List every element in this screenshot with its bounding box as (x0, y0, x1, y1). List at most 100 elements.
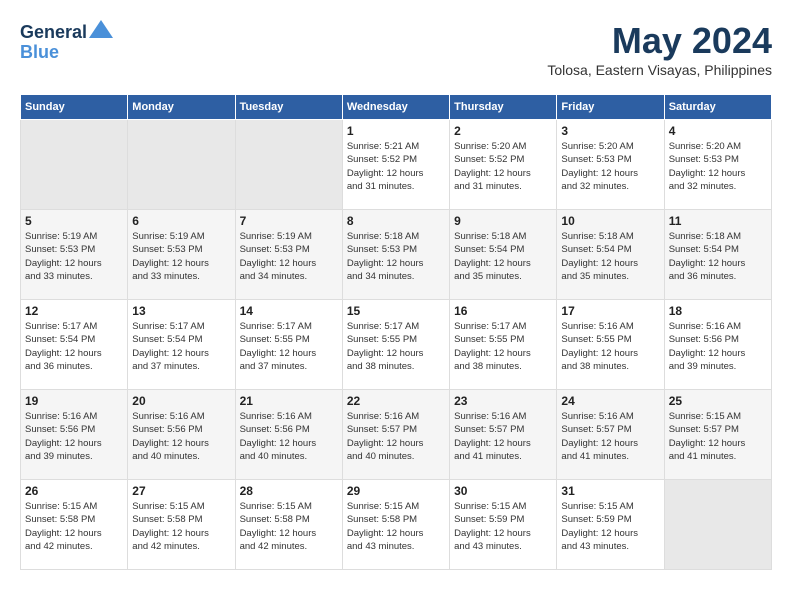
day-number: 5 (25, 214, 123, 228)
day-cell: 4 Sunrise: 5:20 AMSunset: 5:53 PMDaylight… (664, 120, 771, 210)
day-info: Sunrise: 5:20 AMSunset: 5:53 PMDaylight:… (561, 140, 659, 193)
day-info: Sunrise: 5:16 AMSunset: 5:56 PMDaylight:… (240, 410, 338, 463)
day-cell (664, 480, 771, 570)
day-info: Sunrise: 5:21 AMSunset: 5:52 PMDaylight:… (347, 140, 445, 193)
day-info: Sunrise: 5:16 AMSunset: 5:56 PMDaylight:… (132, 410, 230, 463)
day-number: 10 (561, 214, 659, 228)
day-info: Sunrise: 5:15 AMSunset: 5:58 PMDaylight:… (25, 500, 123, 553)
week-row: 26Sunrise: 5:15 AMSunset: 5:58 PMDayligh… (21, 480, 772, 570)
day-cell: 20 Sunrise: 5:16 AMSunset: 5:56 PMDayligh… (128, 390, 235, 480)
day-cell: 18 Sunrise: 5:16 AMSunset: 5:56 PMDayligh… (664, 300, 771, 390)
day-number: 1 (347, 124, 445, 138)
header-row: SundayMondayTuesdayWednesdayThursdayFrid… (21, 95, 772, 120)
day-info: Sunrise: 5:15 AMSunset: 5:59 PMDaylight:… (561, 500, 659, 553)
day-info: Sunrise: 5:16 AMSunset: 5:57 PMDaylight:… (561, 410, 659, 463)
day-number: 29 (347, 484, 445, 498)
day-number: 28 (240, 484, 338, 498)
day-info: Sunrise: 5:16 AMSunset: 5:55 PMDaylight:… (561, 320, 659, 373)
day-cell (128, 120, 235, 210)
day-number: 18 (669, 304, 767, 318)
day-info: Sunrise: 5:15 AMSunset: 5:57 PMDaylight:… (669, 410, 767, 463)
weekday-header-saturday: Saturday (664, 95, 771, 120)
day-cell: 1 Sunrise: 5:21 AMSunset: 5:52 PMDaylight… (342, 120, 449, 210)
day-info: Sunrise: 5:20 AMSunset: 5:53 PMDaylight:… (669, 140, 767, 193)
week-row: 12Sunrise: 5:17 AMSunset: 5:54 PMDayligh… (21, 300, 772, 390)
day-info: Sunrise: 5:19 AMSunset: 5:53 PMDaylight:… (240, 230, 338, 283)
day-number: 11 (669, 214, 767, 228)
day-cell: 10 Sunrise: 5:18 AMSunset: 5:54 PMDayligh… (557, 210, 664, 300)
day-cell: 2 Sunrise: 5:20 AMSunset: 5:52 PMDaylight… (450, 120, 557, 210)
day-info: Sunrise: 5:18 AMSunset: 5:54 PMDaylight:… (561, 230, 659, 283)
weekday-header-tuesday: Tuesday (235, 95, 342, 120)
day-cell: 8 Sunrise: 5:18 AMSunset: 5:53 PMDaylight… (342, 210, 449, 300)
logo-text: General Blue (20, 20, 113, 63)
day-number: 20 (132, 394, 230, 408)
day-cell: 6 Sunrise: 5:19 AMSunset: 5:53 PMDaylight… (128, 210, 235, 300)
day-info: Sunrise: 5:17 AMSunset: 5:55 PMDaylight:… (454, 320, 552, 373)
day-cell: 29 Sunrise: 5:15 AMSunset: 5:58 PMDayligh… (342, 480, 449, 570)
weekday-header-friday: Friday (557, 95, 664, 120)
day-number: 25 (669, 394, 767, 408)
day-cell: 17Sunrise: 5:16 AMSunset: 5:55 PMDayligh… (557, 300, 664, 390)
day-cell: 11 Sunrise: 5:18 AMSunset: 5:54 PMDayligh… (664, 210, 771, 300)
day-cell: 16 Sunrise: 5:17 AMSunset: 5:55 PMDayligh… (450, 300, 557, 390)
day-cell: 26Sunrise: 5:15 AMSunset: 5:58 PMDayligh… (21, 480, 128, 570)
day-number: 13 (132, 304, 230, 318)
day-cell: 13Sunrise: 5:17 AMSunset: 5:54 PMDayligh… (128, 300, 235, 390)
weekday-header-thursday: Thursday (450, 95, 557, 120)
day-cell: 22Sunrise: 5:16 AMSunset: 5:57 PMDayligh… (342, 390, 449, 480)
title-section: May 2024 Tolosa, Eastern Visayas, Philip… (547, 20, 772, 78)
day-info: Sunrise: 5:15 AMSunset: 5:58 PMDaylight:… (240, 500, 338, 553)
day-cell: 23 Sunrise: 5:16 AMSunset: 5:57 PMDayligh… (450, 390, 557, 480)
day-info: Sunrise: 5:17 AMSunset: 5:55 PMDaylight:… (347, 320, 445, 373)
day-number: 2 (454, 124, 552, 138)
day-cell: 21 Sunrise: 5:16 AMSunset: 5:56 PMDayligh… (235, 390, 342, 480)
day-cell: 14Sunrise: 5:17 AMSunset: 5:55 PMDayligh… (235, 300, 342, 390)
calendar-table: SundayMondayTuesdayWednesdayThursdayFrid… (20, 94, 772, 570)
day-cell: 31 Sunrise: 5:15 AMSunset: 5:59 PMDayligh… (557, 480, 664, 570)
week-row: 5 Sunrise: 5:19 AMSunset: 5:53 PMDaylight… (21, 210, 772, 300)
day-number: 4 (669, 124, 767, 138)
day-info: Sunrise: 5:18 AMSunset: 5:53 PMDaylight:… (347, 230, 445, 283)
day-cell: 28 Sunrise: 5:15 AMSunset: 5:58 PMDayligh… (235, 480, 342, 570)
week-row: 19 Sunrise: 5:16 AMSunset: 5:56 PMDayligh… (21, 390, 772, 480)
weekday-header-monday: Monday (128, 95, 235, 120)
day-number: 3 (561, 124, 659, 138)
day-info: Sunrise: 5:19 AMSunset: 5:53 PMDaylight:… (25, 230, 123, 283)
day-info: Sunrise: 5:18 AMSunset: 5:54 PMDaylight:… (669, 230, 767, 283)
day-number: 9 (454, 214, 552, 228)
weekday-header-sunday: Sunday (21, 95, 128, 120)
day-number: 8 (347, 214, 445, 228)
day-cell: 3 Sunrise: 5:20 AMSunset: 5:53 PMDaylight… (557, 120, 664, 210)
day-info: Sunrise: 5:15 AMSunset: 5:58 PMDaylight:… (347, 500, 445, 553)
day-number: 22 (347, 394, 445, 408)
day-info: Sunrise: 5:16 AMSunset: 5:56 PMDaylight:… (25, 410, 123, 463)
day-cell: 19 Sunrise: 5:16 AMSunset: 5:56 PMDayligh… (21, 390, 128, 480)
day-cell: 27Sunrise: 5:15 AMSunset: 5:58 PMDayligh… (128, 480, 235, 570)
day-number: 6 (132, 214, 230, 228)
page-header: General Blue May 2024 Tolosa, Eastern Vi… (20, 20, 772, 78)
week-row: 1 Sunrise: 5:21 AMSunset: 5:52 PMDaylight… (21, 120, 772, 210)
day-number: 7 (240, 214, 338, 228)
day-info: Sunrise: 5:16 AMSunset: 5:57 PMDaylight:… (454, 410, 552, 463)
day-info: Sunrise: 5:16 AMSunset: 5:56 PMDaylight:… (669, 320, 767, 373)
day-number: 27 (132, 484, 230, 498)
day-number: 19 (25, 394, 123, 408)
logo-icon (89, 20, 113, 38)
day-cell (235, 120, 342, 210)
day-cell (21, 120, 128, 210)
day-info: Sunrise: 5:19 AMSunset: 5:53 PMDaylight:… (132, 230, 230, 283)
day-info: Sunrise: 5:20 AMSunset: 5:52 PMDaylight:… (454, 140, 552, 193)
day-cell: 25 Sunrise: 5:15 AMSunset: 5:57 PMDayligh… (664, 390, 771, 480)
day-number: 16 (454, 304, 552, 318)
day-cell: 5 Sunrise: 5:19 AMSunset: 5:53 PMDaylight… (21, 210, 128, 300)
day-info: Sunrise: 5:18 AMSunset: 5:54 PMDaylight:… (454, 230, 552, 283)
day-cell: 30Sunrise: 5:15 AMSunset: 5:59 PMDayligh… (450, 480, 557, 570)
day-number: 23 (454, 394, 552, 408)
day-cell: 9 Sunrise: 5:18 AMSunset: 5:54 PMDaylight… (450, 210, 557, 300)
logo: General Blue (20, 20, 113, 63)
day-number: 21 (240, 394, 338, 408)
logo-blue: Blue (20, 42, 59, 62)
day-number: 31 (561, 484, 659, 498)
day-info: Sunrise: 5:15 AMSunset: 5:59 PMDaylight:… (454, 500, 552, 553)
